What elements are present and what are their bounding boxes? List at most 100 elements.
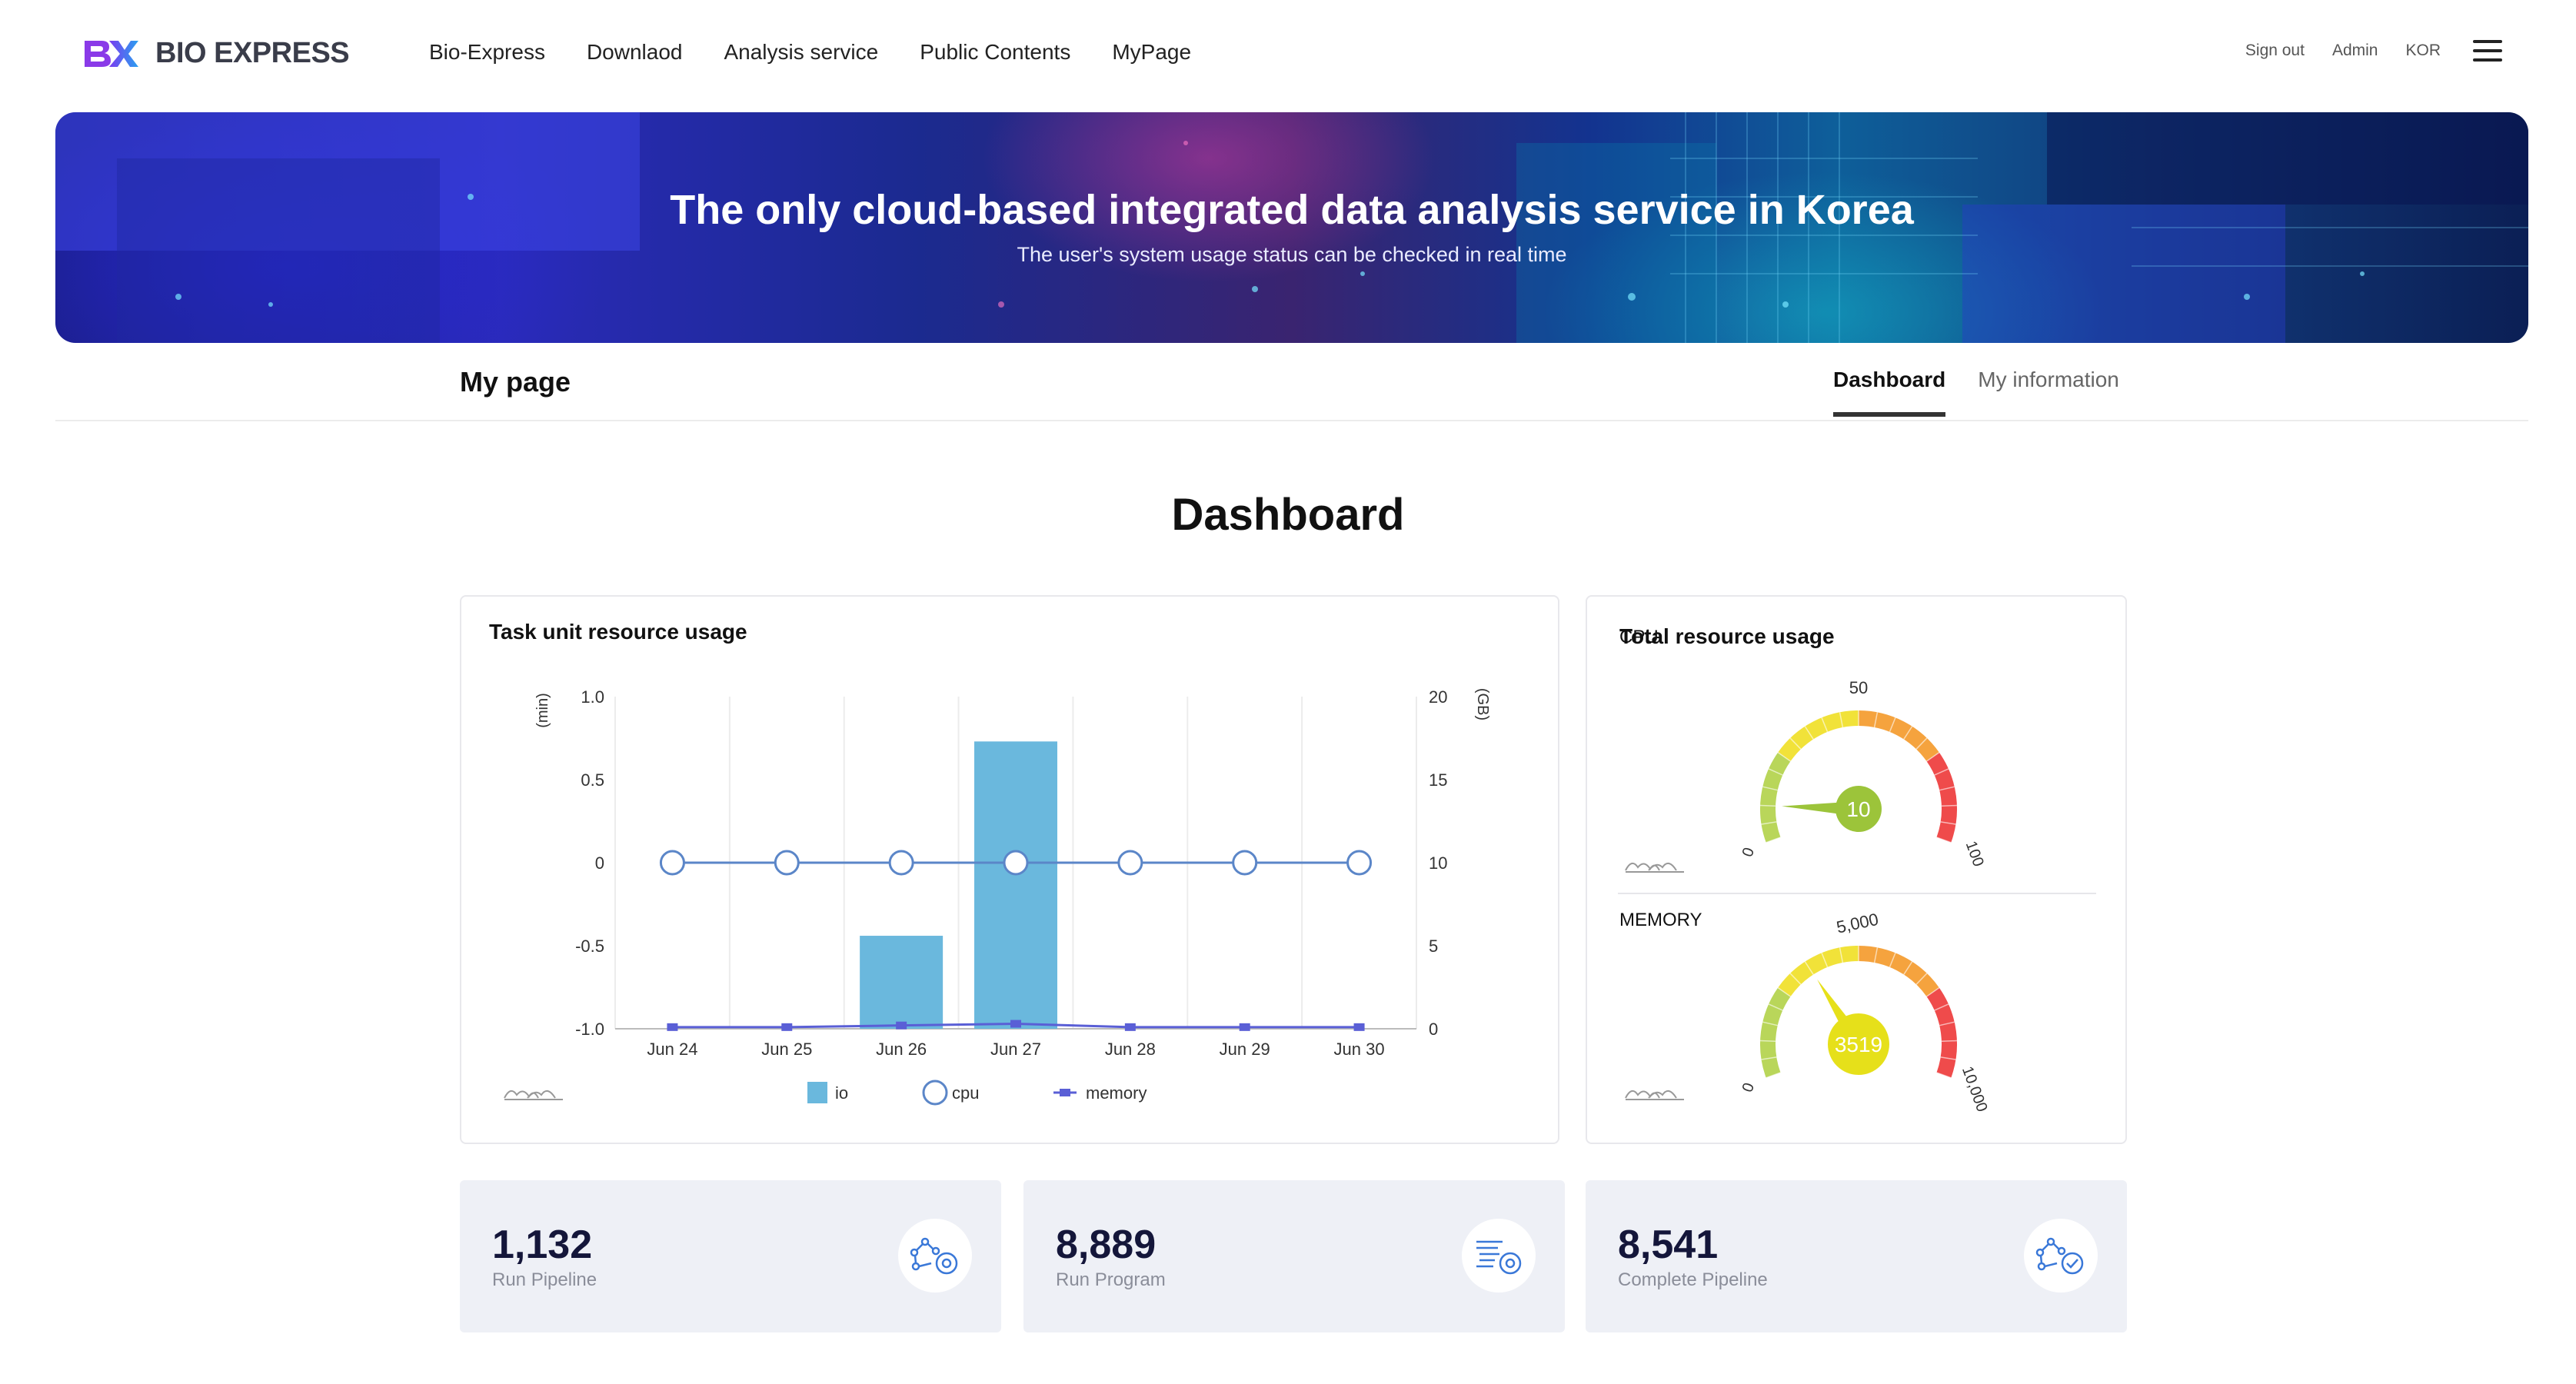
y-right-tick-label: 5	[1429, 937, 1438, 956]
page-header-row: My page Dashboard My information	[55, 343, 2528, 421]
dashboard-title: Dashboard	[1171, 490, 1405, 540]
y-right-tick-label: 10	[1429, 853, 1447, 873]
stat-value: 1,132	[492, 1223, 593, 1267]
x-tick-label: Jun 30	[1334, 1040, 1385, 1059]
main-nav: Bio-Express Downlaod Analysis service Pu…	[429, 40, 1191, 65]
nav-download[interactable]: Downlaod	[587, 40, 683, 65]
nav-analysis-service[interactable]: Analysis service	[724, 40, 878, 65]
page-tabs: Dashboard My information	[1833, 368, 2119, 417]
pipeline-gear-icon	[898, 1219, 972, 1293]
legend-io-label: io	[835, 1083, 848, 1103]
x-tick-label: Jun 28	[1105, 1040, 1156, 1059]
nav-bio-express[interactable]: Bio-Express	[429, 40, 545, 65]
gauge-tick	[1760, 1040, 1776, 1042]
gauge-band-segment	[1778, 710, 1859, 762]
total-usage-gauges: CPU 0 50 100 10 MEMORY 0 5,000 10,000 3519	[1618, 627, 2096, 1114]
hamburger-icon[interactable]	[2473, 40, 2502, 62]
gauge-name-label: CPU	[1619, 627, 1659, 647]
stat-label: Run Pipeline	[492, 1269, 597, 1290]
cpu-point	[774, 850, 800, 876]
gauge-max-label: 100	[1962, 839, 1987, 869]
gauge-band-segment	[1858, 710, 1939, 762]
logo-text: BIO EXPRESS	[155, 37, 350, 69]
nav-mypage[interactable]: MyPage	[1112, 40, 1191, 65]
stat-card-complete-pipeline: 8,541 Complete Pipeline	[1586, 1180, 2127, 1332]
io-bar	[860, 936, 944, 1029]
x-tick-label: Jun 26	[876, 1040, 927, 1059]
chart-minimap-icon[interactable]	[504, 1090, 563, 1100]
gauge-name-label: MEMORY	[1619, 910, 1702, 930]
stat-card-run-pipeline: 1,132 Run Pipeline	[460, 1180, 1001, 1332]
memory-point	[1010, 1020, 1021, 1028]
utility-menu: Sign out Admin KOR	[2245, 40, 2502, 62]
gauge-mid-label: 5,000	[1835, 910, 1880, 937]
tab-my-information[interactable]: My information	[1978, 368, 2119, 417]
y-left-tick-label: 1.0	[581, 687, 604, 707]
y-right-tick-label: 0	[1429, 1020, 1438, 1039]
stat-label: Run Program	[1056, 1269, 1166, 1290]
top-header: BIO EXPRESS Bio-Express Downlaod Analysi…	[0, 0, 2576, 108]
y-left-axis-label: (min)	[534, 693, 551, 728]
program-gear-icon	[1462, 1219, 1536, 1293]
x-tick-label: Jun 29	[1220, 1040, 1270, 1059]
y-left-tick-label: 0.5	[581, 770, 604, 790]
legend-memory-swatch	[1060, 1089, 1070, 1096]
cpu-point	[659, 850, 685, 876]
cpu-point	[1003, 850, 1029, 876]
memory-point	[1239, 1023, 1250, 1031]
memory-point	[896, 1021, 907, 1030]
cpu-point	[1232, 850, 1258, 876]
task-usage-chart: 1.0 0.5 0 -0.5 -1.0 20 15 10 5 0 (min) (GB) Jun 24 Ju…	[504, 687, 1491, 1106]
pipeline-check-icon	[2024, 1219, 2098, 1293]
y-left-tick-label: 0	[595, 853, 604, 873]
banner-title: The only cloud-based integrated data ana…	[670, 187, 1914, 233]
gauge-min-label: 0	[1739, 846, 1758, 860]
x-tick-label: Jun 25	[761, 1040, 812, 1059]
x-tick-label: Jun 24	[647, 1040, 697, 1059]
cpu-point	[888, 850, 914, 876]
io-bar	[974, 741, 1057, 1029]
cpu-point	[1346, 850, 1373, 876]
legend-cpu-swatch	[922, 1080, 948, 1106]
gauge-tick	[1760, 804, 1776, 807]
gauge-tick	[1941, 804, 1957, 807]
gauge-memory-minimap-icon[interactable]	[1625, 1090, 1684, 1100]
gauge-value-label: 3519	[1835, 1033, 1882, 1056]
bx-logo-icon	[85, 40, 138, 67]
page-title: My page	[460, 366, 571, 398]
hero-banner: The only cloud-based integrated data ana…	[55, 112, 2528, 343]
task-usage-card: Task unit resource usage 1.0 0.5 0 -0.5 -1.0…	[460, 595, 1559, 1144]
gauge-band-segment	[1858, 946, 1939, 997]
legend-cpu-label: cpu	[952, 1083, 979, 1103]
stat-value: 8,541	[1618, 1223, 1719, 1267]
y-right-tick-label: 15	[1429, 770, 1447, 790]
logo[interactable]: BIO EXPRESS	[82, 37, 350, 70]
sign-out-link[interactable]: Sign out	[2245, 42, 2305, 60]
language-selector[interactable]: KOR	[2405, 42, 2441, 60]
stat-value: 8,889	[1056, 1223, 1157, 1267]
total-usage-card: Total resource usage CPU 0 50 100 10 MEMORY 0 5…	[1586, 595, 2127, 1144]
y-right-tick-label: 20	[1429, 687, 1447, 707]
stat-card-run-program: 8,889 Run Program	[1023, 1180, 1565, 1332]
memory-point	[1353, 1023, 1365, 1031]
y-left-tick-label: -0.5	[575, 937, 604, 956]
gauge-mid-label: 50	[1849, 678, 1868, 697]
x-tick-label: Jun 27	[990, 1040, 1041, 1059]
gauge-max-label: 10,000	[1959, 1064, 1991, 1114]
nav-public-contents[interactable]: Public Contents	[920, 40, 1070, 65]
stat-label: Complete Pipeline	[1618, 1269, 1768, 1290]
gauge-value-label: 10	[1846, 797, 1870, 821]
tab-dashboard[interactable]: Dashboard	[1833, 368, 1946, 417]
banner-subtitle: The user's system usage status can be ch…	[1017, 243, 1567, 266]
legend-memory-label: memory	[1086, 1083, 1147, 1103]
cpu-point	[1117, 850, 1143, 876]
gauge-min-label: 0	[1739, 1081, 1758, 1095]
y-right-axis-label: (GB)	[1474, 688, 1491, 720]
admin-link[interactable]: Admin	[2332, 42, 2378, 60]
y-left-tick-label: -1.0	[575, 1020, 604, 1039]
memory-point	[667, 1023, 678, 1031]
gauge-tick	[1941, 1040, 1957, 1042]
memory-point	[1124, 1023, 1136, 1031]
gauge-cpu-minimap-icon[interactable]	[1625, 862, 1684, 873]
legend-io-swatch	[807, 1082, 827, 1103]
